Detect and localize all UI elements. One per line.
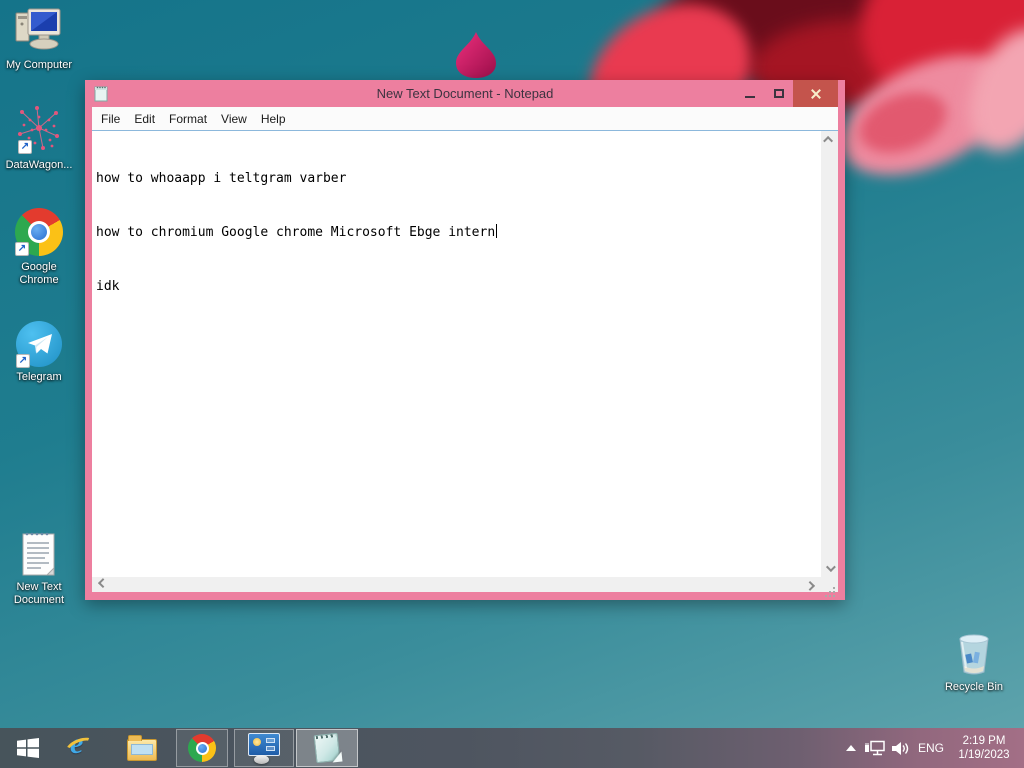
menu-file[interactable]: File (94, 112, 127, 126)
text-line: how to whoaapp i teltgram varber (96, 171, 347, 186)
taskbar-display-settings[interactable] (234, 729, 294, 767)
icon-label: Recycle Bin (944, 681, 1004, 693)
maximize-icon (773, 89, 784, 98)
grip-dots-icon (833, 587, 835, 589)
taskbar-file-explorer[interactable] (120, 729, 164, 767)
taskbar-google-chrome[interactable] (176, 729, 228, 767)
notepad-icon (313, 732, 343, 764)
display-settings-icon (246, 733, 282, 764)
network-icon[interactable] (864, 740, 886, 757)
taskbar-internet-explorer[interactable]: e (58, 727, 102, 767)
windows-logo-icon (17, 738, 39, 758)
taskbar: e ENG 2:19 PM 1/19/2023 (0, 727, 1024, 768)
icon-label: Telegram (16, 371, 62, 383)
menu-view[interactable]: View (214, 112, 254, 126)
language-indicator[interactable]: ENG (918, 741, 944, 755)
recycle-bin-icon (952, 630, 996, 678)
show-hidden-icons-icon[interactable] (846, 745, 856, 751)
notepad-window: New Text Document - Notepad File Edit Fo… (85, 80, 845, 600)
desktop-icon-new-text-document[interactable]: New Text Document (1, 530, 77, 607)
horizontal-scrollbar[interactable] (92, 577, 821, 592)
clock[interactable]: 2:19 PM 1/19/2023 (948, 734, 1020, 762)
chrome-icon (188, 734, 216, 762)
text-caret (496, 224, 498, 238)
clock-date: 1/19/2023 (958, 749, 1010, 761)
desktop: My Computer DataWagon.. (0, 0, 1024, 768)
icon-label: DataWagon... (5, 159, 73, 171)
text-editor[interactable]: how to whoaapp i teltgram varber how to … (92, 131, 821, 577)
minimize-button[interactable] (735, 80, 764, 107)
vertical-scrollbar[interactable] (821, 131, 838, 577)
start-button[interactable] (6, 729, 50, 767)
minimize-icon (744, 95, 755, 98)
scroll-left-icon[interactable] (97, 578, 108, 589)
datawagon-icon (10, 100, 68, 156)
folder-icon (127, 735, 157, 761)
text-line: how to chromium Google chrome Microsoft … (96, 224, 498, 240)
internet-explorer-icon: e (63, 727, 97, 763)
close-button[interactable] (793, 80, 838, 107)
chrome-icon (13, 206, 65, 258)
icon-label: New Text Document (13, 581, 65, 606)
notepad-client-area: how to whoaapp i teltgram varber how to … (92, 130, 838, 592)
close-icon (810, 88, 822, 100)
scroll-up-icon[interactable] (823, 135, 834, 146)
titlebar[interactable]: New Text Document - Notepad (92, 80, 838, 107)
shortcut-arrow-icon (18, 140, 32, 154)
icon-label: My Computer (5, 59, 73, 71)
window-title: New Text Document - Notepad (376, 86, 554, 101)
shortcut-arrow-icon (15, 242, 29, 256)
desktop-icon-recycle-bin[interactable]: Recycle Bin (938, 630, 1010, 694)
desktop-icon-google-chrome[interactable]: Google Chrome (1, 206, 77, 287)
menu-help[interactable]: Help (254, 112, 293, 126)
clock-time: 2:19 PM (962, 735, 1006, 747)
taskbar-notepad[interactable] (296, 729, 358, 767)
telegram-icon (14, 320, 64, 368)
resize-grip[interactable] (821, 577, 838, 592)
menu-format[interactable]: Format (162, 112, 214, 126)
scroll-right-icon[interactable] (805, 580, 816, 591)
volume-icon[interactable] (890, 740, 910, 757)
desktop-icon-my-computer[interactable]: My Computer (1, 6, 77, 72)
menubar: File Edit Format View Help (92, 107, 838, 130)
text-document-icon (19, 530, 59, 578)
desktop-icon-datawagon[interactable]: DataWagon... (1, 100, 77, 172)
flower-bud (456, 32, 496, 78)
text-line: idk (96, 279, 120, 294)
computer-icon (12, 6, 66, 56)
desktop-icon-telegram[interactable]: Telegram (1, 320, 77, 384)
scroll-down-icon[interactable] (825, 562, 836, 573)
shortcut-arrow-icon (16, 354, 30, 368)
menu-edit[interactable]: Edit (127, 112, 162, 126)
maximize-button[interactable] (764, 80, 793, 107)
icon-label: Google Chrome (19, 261, 59, 286)
